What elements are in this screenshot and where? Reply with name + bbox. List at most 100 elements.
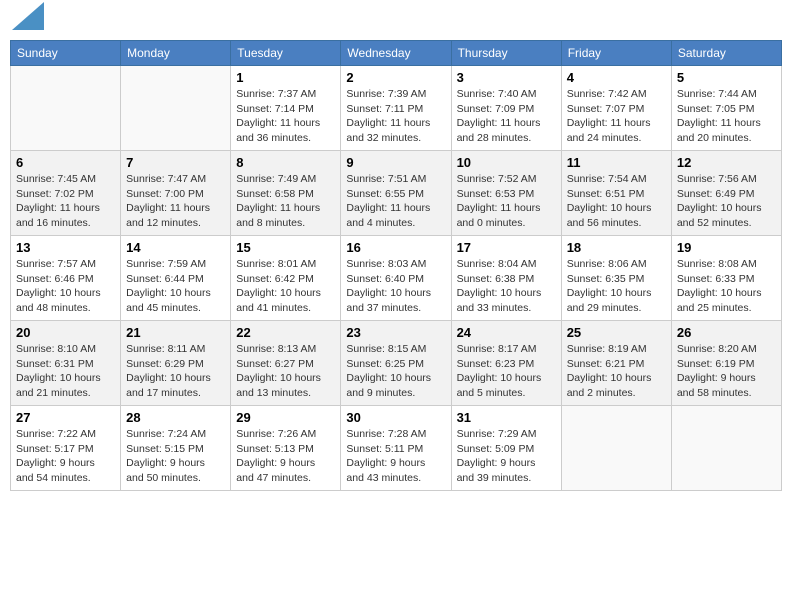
day-number: 8 [236,155,335,170]
cell-info: Sunrise: 8:15 AM Sunset: 6:25 PM Dayligh… [346,342,445,401]
cell-info: Sunrise: 8:03 AM Sunset: 6:40 PM Dayligh… [346,257,445,316]
calendar-day-header: Saturday [671,41,781,66]
cell-info: Sunrise: 7:54 AM Sunset: 6:51 PM Dayligh… [567,172,666,231]
cell-info: Sunrise: 8:01 AM Sunset: 6:42 PM Dayligh… [236,257,335,316]
day-number: 30 [346,410,445,425]
cell-info: Sunrise: 7:40 AM Sunset: 7:09 PM Dayligh… [457,87,556,146]
day-number: 23 [346,325,445,340]
calendar-cell: 10 Sunrise: 7:52 AM Sunset: 6:53 PM Dayli… [451,151,561,236]
calendar-cell: 13 Sunrise: 7:57 AM Sunset: 6:46 PM Dayli… [11,236,121,321]
calendar-cell [121,66,231,151]
cell-info: Sunrise: 7:47 AM Sunset: 7:00 PM Dayligh… [126,172,225,231]
calendar-day-header: Wednesday [341,41,451,66]
calendar-cell: 16 Sunrise: 8:03 AM Sunset: 6:40 PM Dayli… [341,236,451,321]
calendar-cell [561,406,671,491]
day-number: 24 [457,325,556,340]
calendar-day-header: Sunday [11,41,121,66]
cell-info: Sunrise: 7:45 AM Sunset: 7:02 PM Dayligh… [16,172,115,231]
calendar-cell: 30 Sunrise: 7:28 AM Sunset: 5:11 PM Dayli… [341,406,451,491]
day-number: 11 [567,155,666,170]
day-number: 5 [677,70,776,85]
calendar-day-header: Monday [121,41,231,66]
day-number: 14 [126,240,225,255]
day-number: 15 [236,240,335,255]
page-header [10,10,782,32]
calendar-week-row: 6 Sunrise: 7:45 AM Sunset: 7:02 PM Daylig… [11,151,782,236]
day-number: 19 [677,240,776,255]
day-number: 7 [126,155,225,170]
calendar-cell: 27Sunrise: 7:22 AM Sunset: 5:17 PM Dayli… [11,406,121,491]
day-number: 6 [16,155,115,170]
calendar-header-row: SundayMondayTuesdayWednesdayThursdayFrid… [11,41,782,66]
cell-info: Sunrise: 7:52 AM Sunset: 6:53 PM Dayligh… [457,172,556,231]
calendar-cell: 31 Sunrise: 7:29 AM Sunset: 5:09 PM Dayli… [451,406,561,491]
calendar-week-row: 20 Sunrise: 8:10 AM Sunset: 6:31 PM Dayli… [11,321,782,406]
cell-info: Sunrise: 8:10 AM Sunset: 6:31 PM Dayligh… [16,342,115,401]
cell-info: Sunrise: 8:20 AM Sunset: 6:19 PM Dayligh… [677,342,776,401]
calendar-cell: 20 Sunrise: 8:10 AM Sunset: 6:31 PM Dayli… [11,321,121,406]
day-number: 17 [457,240,556,255]
calendar-week-row: 13 Sunrise: 7:57 AM Sunset: 6:46 PM Dayli… [11,236,782,321]
calendar-week-row: 27Sunrise: 7:22 AM Sunset: 5:17 PM Dayli… [11,406,782,491]
day-number: 18 [567,240,666,255]
calendar-cell: 29 Sunrise: 7:26 AM Sunset: 5:13 PM Dayli… [231,406,341,491]
cell-info: Sunrise: 7:29 AM Sunset: 5:09 PM Dayligh… [457,427,556,486]
day-number: 16 [346,240,445,255]
calendar-cell: 11 Sunrise: 7:54 AM Sunset: 6:51 PM Dayli… [561,151,671,236]
day-number: 20 [16,325,115,340]
calendar-table: SundayMondayTuesdayWednesdayThursdayFrid… [10,40,782,491]
calendar-day-header: Tuesday [231,41,341,66]
day-number: 2 [346,70,445,85]
cell-info: Sunrise: 8:06 AM Sunset: 6:35 PM Dayligh… [567,257,666,316]
calendar-cell: 26Sunrise: 8:20 AM Sunset: 6:19 PM Dayli… [671,321,781,406]
day-number: 31 [457,410,556,425]
calendar-cell: 5 Sunrise: 7:44 AM Sunset: 7:05 PM Daylig… [671,66,781,151]
calendar-day-header: Friday [561,41,671,66]
calendar-cell: 21 Sunrise: 8:11 AM Sunset: 6:29 PM Dayli… [121,321,231,406]
calendar-cell: 19Sunrise: 8:08 AM Sunset: 6:33 PM Dayli… [671,236,781,321]
day-number: 27 [16,410,115,425]
day-number: 1 [236,70,335,85]
calendar-cell: 2Sunrise: 7:39 AM Sunset: 7:11 PM Daylig… [341,66,451,151]
cell-info: Sunrise: 7:28 AM Sunset: 5:11 PM Dayligh… [346,427,445,486]
cell-info: Sunrise: 7:49 AM Sunset: 6:58 PM Dayligh… [236,172,335,231]
calendar-cell [671,406,781,491]
calendar-day-header: Thursday [451,41,561,66]
cell-info: Sunrise: 7:44 AM Sunset: 7:05 PM Dayligh… [677,87,776,146]
logo [10,10,44,32]
day-number: 4 [567,70,666,85]
cell-info: Sunrise: 8:19 AM Sunset: 6:21 PM Dayligh… [567,342,666,401]
cell-info: Sunrise: 7:57 AM Sunset: 6:46 PM Dayligh… [16,257,115,316]
calendar-cell: 28 Sunrise: 7:24 AM Sunset: 5:15 PM Dayli… [121,406,231,491]
calendar-cell: 14 Sunrise: 7:59 AM Sunset: 6:44 PM Dayli… [121,236,231,321]
cell-info: Sunrise: 7:51 AM Sunset: 6:55 PM Dayligh… [346,172,445,231]
cell-info: Sunrise: 7:56 AM Sunset: 6:49 PM Dayligh… [677,172,776,231]
calendar-cell: 3 Sunrise: 7:40 AM Sunset: 7:09 PM Daylig… [451,66,561,151]
calendar-cell: 25Sunrise: 8:19 AM Sunset: 6:21 PM Dayli… [561,321,671,406]
day-number: 10 [457,155,556,170]
cell-info: Sunrise: 7:59 AM Sunset: 6:44 PM Dayligh… [126,257,225,316]
cell-info: Sunrise: 7:26 AM Sunset: 5:13 PM Dayligh… [236,427,335,486]
calendar-cell: 15 Sunrise: 8:01 AM Sunset: 6:42 PM Dayli… [231,236,341,321]
calendar-cell: 12 Sunrise: 7:56 AM Sunset: 6:49 PM Dayli… [671,151,781,236]
calendar-cell: 6 Sunrise: 7:45 AM Sunset: 7:02 PM Daylig… [11,151,121,236]
calendar-cell: 1 Sunrise: 7:37 AM Sunset: 7:14 PM Daylig… [231,66,341,151]
logo-arrow-icon [12,2,44,30]
day-number: 29 [236,410,335,425]
day-number: 28 [126,410,225,425]
calendar-cell: 17Sunrise: 8:04 AM Sunset: 6:38 PM Dayli… [451,236,561,321]
cell-info: Sunrise: 7:24 AM Sunset: 5:15 PM Dayligh… [126,427,225,486]
day-number: 13 [16,240,115,255]
day-number: 21 [126,325,225,340]
calendar-cell: 8 Sunrise: 7:49 AM Sunset: 6:58 PM Daylig… [231,151,341,236]
cell-info: Sunrise: 8:11 AM Sunset: 6:29 PM Dayligh… [126,342,225,401]
calendar-cell [11,66,121,151]
day-number: 12 [677,155,776,170]
day-number: 3 [457,70,556,85]
cell-info: Sunrise: 7:37 AM Sunset: 7:14 PM Dayligh… [236,87,335,146]
calendar-body: 1 Sunrise: 7:37 AM Sunset: 7:14 PM Daylig… [11,66,782,491]
calendar-cell: 9Sunrise: 7:51 AM Sunset: 6:55 PM Daylig… [341,151,451,236]
calendar-cell: 22Sunrise: 8:13 AM Sunset: 6:27 PM Dayli… [231,321,341,406]
cell-info: Sunrise: 7:42 AM Sunset: 7:07 PM Dayligh… [567,87,666,146]
day-number: 22 [236,325,335,340]
